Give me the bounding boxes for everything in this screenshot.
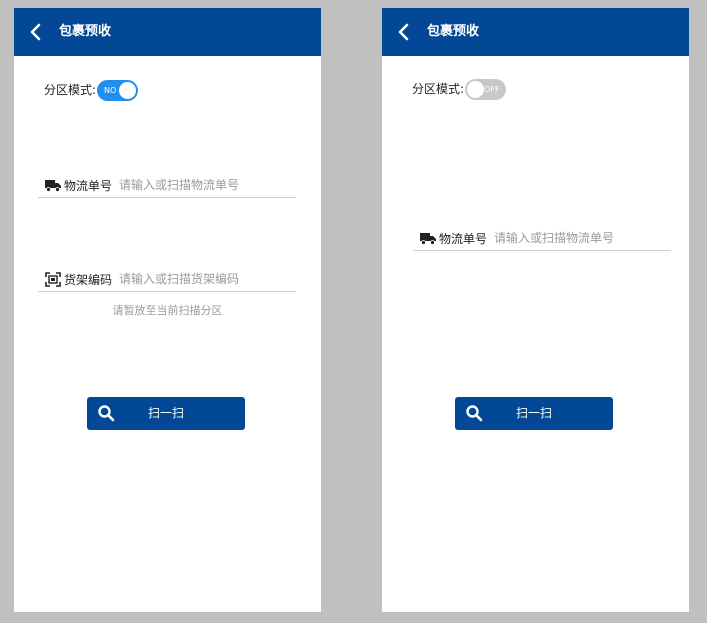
- shelf-code-input[interactable]: [119, 272, 280, 286]
- partition-mode-toggle[interactable]: NO: [97, 79, 139, 101]
- partition-mode-label: 分区模式:: [412, 82, 465, 96]
- scan-partition-hint: 请暂放至当前扫描分区: [112, 304, 223, 317]
- tracking-number-label: 物流单号: [64, 178, 113, 193]
- scan-button[interactable]: 扫一扫: [87, 397, 245, 430]
- page-title: 包裹预收: [59, 24, 112, 39]
- partition-mode-toggle[interactable]: OFF: [465, 78, 507, 100]
- tracking-number-input[interactable]: [494, 231, 655, 245]
- header-bar: 包裹预收: [14, 8, 321, 56]
- back-arrow-icon[interactable]: [396, 21, 412, 43]
- tracking-number-field-row: 物流单号: [38, 173, 296, 198]
- tracking-number-label: 物流单号: [439, 231, 488, 246]
- tracking-number-input[interactable]: [119, 178, 280, 192]
- shelf-code-field-row: 货架编码: [38, 267, 296, 292]
- scan-button[interactable]: 扫一扫: [455, 397, 613, 430]
- partition-mode-label: 分区模式:: [44, 83, 97, 97]
- shelf-scan-icon: [45, 271, 61, 287]
- partition-mode-row: 分区模式: NO: [44, 79, 139, 101]
- back-arrow-icon[interactable]: [28, 21, 44, 43]
- truck-icon: [420, 232, 436, 245]
- page-title: 包裹预收: [427, 24, 480, 39]
- shelf-code-label: 货架编码: [64, 272, 113, 287]
- header-bar: 包裹预收: [382, 8, 689, 56]
- toggle-knob: [119, 81, 137, 99]
- toggle-knob: [467, 80, 485, 98]
- scan-button-label: 扫一扫: [515, 406, 552, 420]
- tracking-number-field-row: 物流单号: [413, 226, 671, 251]
- phone-screen-partition-off: 包裹预收 分区模式: OFF 物流单号 扫一扫: [382, 8, 689, 612]
- truck-icon: [45, 179, 61, 192]
- phone-screen-partition-on: 包裹预收 分区模式: NO 物流单号 货架编码 请暂放至当前扫描分区: [14, 8, 321, 612]
- scan-button-label: 扫一扫: [147, 406, 184, 420]
- partition-mode-row: 分区模式: OFF: [412, 78, 507, 100]
- toggle-state-text: NO: [104, 85, 117, 95]
- toggle-state-text: OFF: [484, 84, 500, 94]
